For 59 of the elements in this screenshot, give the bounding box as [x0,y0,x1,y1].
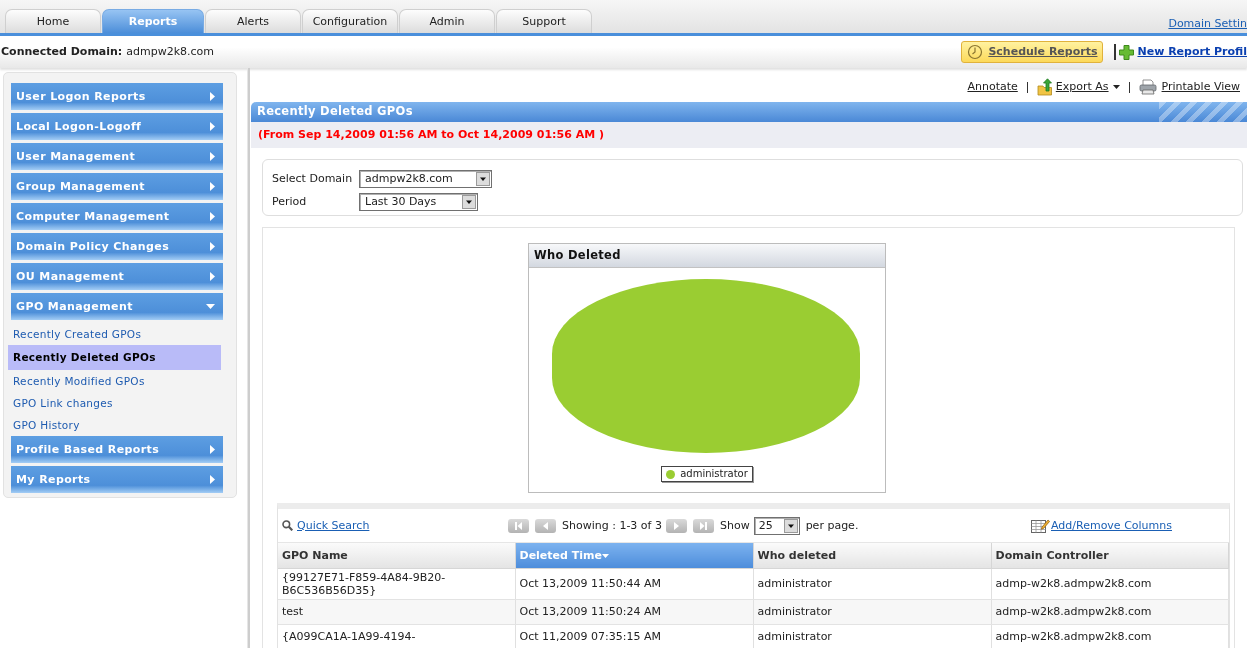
table-cell: {99127E71-F859-4A84-9B20-B6C536B56D35} [278,568,515,599]
quick-search-link[interactable]: Quick Search [297,518,370,533]
connected-domain-value: admpw2k8.com [126,45,215,59]
skip-start-icon [514,521,523,530]
table-cell: test [278,599,515,624]
per-page-label: per page. [805,518,859,533]
triangle-right-icon [671,521,681,530]
nav-tab[interactable]: Alerts [205,9,301,33]
column-header[interactable]: GPO Name [278,543,515,568]
table-cell: administrator [753,624,991,648]
table-cell: Oct 13,2009 11:50:24 AM [515,599,753,624]
skip-end-icon [698,521,708,530]
folder-arrow-icon[interactable] [1036,78,1053,96]
sidebar-link[interactable]: GPO Link changes [11,392,223,414]
report-title: Recently Deleted GPOs [257,105,413,119]
sidebar-link[interactable]: Recently Deleted GPOs [8,345,221,370]
clock-icon [967,44,984,60]
printer-icon[interactable] [1138,79,1157,95]
nav-tab[interactable]: Home [5,9,101,33]
column-header[interactable]: Domain Controller [991,543,1229,568]
date-range-text: (From Sep 14,2009 01:56 AM to Oct 14,2009 01:56 AM ) [258,128,604,142]
add-remove-columns-link[interactable]: Add/Remove Columns [1051,518,1172,533]
new-report-profile-link[interactable]: New Report Profil [1137,45,1247,59]
schedule-reports-button[interactable]: Schedule Reports [961,41,1104,63]
table-cell: {A099CA1A-1A99-4194- [278,624,515,648]
nav-tab[interactable]: Support [496,9,592,33]
table-cell: Oct 11,2009 07:35:15 AM [515,624,753,648]
page-size-select[interactable]: 25 [753,516,800,535]
printable-view-link[interactable]: Printable View [1161,80,1240,94]
caret-down-icon [1112,85,1120,89]
sidebar-link[interactable]: Recently Created GPOs [11,323,223,345]
connected-domain-label: Connected Domain: [1,45,123,59]
table-cell: admp-w2k8.admpw2k8.com [991,624,1229,648]
triangle-left-icon [541,521,550,530]
table-pencil-icon[interactable] [1031,518,1050,533]
sidebar-link[interactable]: Recently Modified GPOs [11,370,223,392]
legend-label: administrator [680,468,748,480]
table-cell: admp-w2k8.admpw2k8.com [991,599,1229,624]
nav-tab[interactable]: Configuration [302,9,398,33]
caret-down-icon [601,553,609,558]
filter-select[interactable]: Last 30 Days [359,192,478,211]
column-header[interactable]: Who deleted [753,543,991,568]
table-cell: administrator [753,568,991,599]
table-cell: administrator [753,599,991,624]
filter-label: Period [272,194,308,209]
table-cell: Oct 13,2009 11:50:44 AM [515,568,753,599]
nav-tab[interactable]: Admin [399,9,495,33]
table-cell: admp-w2k8.admpw2k8.com [991,568,1229,599]
filter-select[interactable]: admpw2k8.com [359,169,492,188]
chart-title: Who Deleted [534,248,621,263]
search-icon[interactable] [282,520,293,531]
plus-icon[interactable] [1119,44,1135,60]
paging-status: Showing : 1-3 of 3 [562,518,662,533]
sidebar-link[interactable]: GPO History [11,414,223,436]
show-label: Show [719,518,750,533]
annotate-link[interactable]: Annotate [967,80,1018,94]
export-as-menu[interactable]: Export As [1055,80,1120,94]
filter-label: Select Domain [272,171,354,186]
domain-settings-link[interactable]: Domain Settin [1168,16,1247,33]
